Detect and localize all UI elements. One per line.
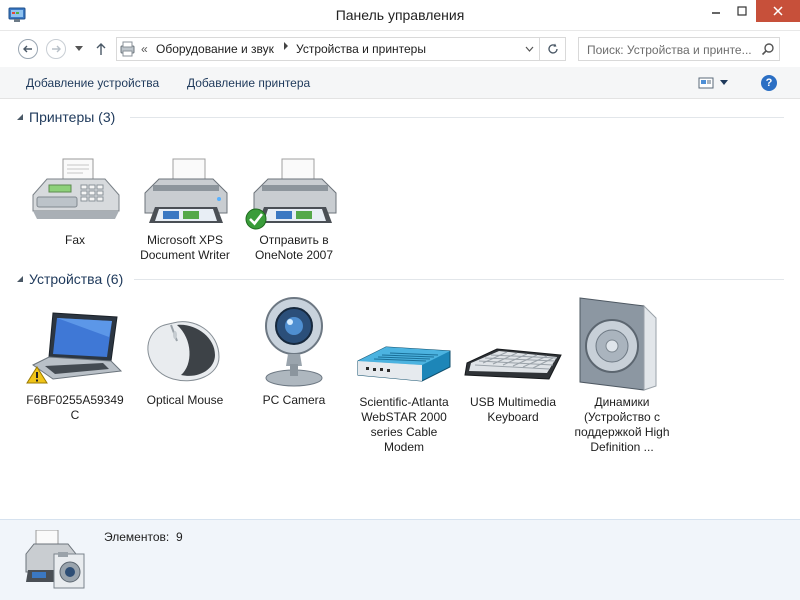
chevron-down-icon xyxy=(525,46,533,52)
checkmark-badge-icon xyxy=(245,208,267,230)
details-pane: Элементов: 9 xyxy=(0,519,800,600)
device-label: PC Camera xyxy=(262,393,326,407)
breadcrumb-separator-icon[interactable] xyxy=(283,42,289,53)
recent-locations-button[interactable] xyxy=(72,42,86,56)
group-header-devices[interactable]: Устройства (6) xyxy=(16,270,784,290)
add-printer-button[interactable]: Добавление принтера xyxy=(187,76,310,90)
minimize-icon xyxy=(712,12,720,14)
group-divider xyxy=(130,117,784,118)
group-title-printers: Принтеры (3) xyxy=(29,109,116,125)
breadcrumb-overflow[interactable]: « xyxy=(141,42,148,56)
device-label: Динамики (Устройство с поддержкой High D… xyxy=(574,395,670,454)
search-icon[interactable] xyxy=(761,42,775,56)
webcam-icon xyxy=(242,296,346,390)
up-arrow-icon xyxy=(96,43,106,55)
printer-icon xyxy=(133,155,237,231)
fax-icon xyxy=(23,155,127,231)
search-placeholder: Поиск: Устройства и принте... xyxy=(587,43,752,57)
minimize-button[interactable] xyxy=(702,0,730,22)
navigation-bar: « Оборудование и звук Устройства и принт… xyxy=(0,31,800,67)
keyboard-icon xyxy=(461,323,565,393)
mouse-icon xyxy=(133,309,237,385)
device-label: Отправить в OneNote 2007 xyxy=(254,233,334,262)
forward-arrow-icon xyxy=(52,45,61,53)
collapse-triangle-icon xyxy=(17,276,23,282)
change-view-button[interactable] xyxy=(698,75,734,91)
add-device-button[interactable]: Добавление устройства xyxy=(26,76,159,90)
up-button[interactable] xyxy=(94,42,108,56)
window-title: Панель управления xyxy=(335,7,465,23)
modem-icon xyxy=(352,323,456,393)
status-items-count: 9 xyxy=(176,530,183,544)
back-button[interactable] xyxy=(18,39,38,59)
breadcrumb-devices-printers[interactable]: Устройства и принтеры xyxy=(296,42,426,56)
device-label: F6BF0255A59349 C xyxy=(26,393,124,422)
back-arrow-icon xyxy=(23,45,32,53)
view-options-icon xyxy=(698,77,714,89)
help-icon: ? xyxy=(765,77,773,89)
devices-printers-icon xyxy=(24,529,90,592)
speaker-icon xyxy=(570,296,674,392)
maximize-icon xyxy=(737,6,747,16)
address-dropdown-button[interactable] xyxy=(523,43,535,55)
chevron-down-icon xyxy=(75,46,83,51)
device-label: Fax xyxy=(64,233,85,247)
laptop-icon xyxy=(23,309,127,385)
search-input[interactable]: Поиск: Устройства и принте... xyxy=(578,37,780,61)
address-bar[interactable]: « Оборудование и звук Устройства и принт… xyxy=(116,37,540,61)
group-divider xyxy=(134,279,784,280)
collapse-triangle-icon xyxy=(17,114,23,120)
breadcrumb-hardware-sound[interactable]: Оборудование и звук xyxy=(156,42,274,56)
chevron-down-icon xyxy=(720,80,728,85)
group-header-printers[interactable]: Принтеры (3) xyxy=(16,108,784,128)
device-label: Microsoft XPS Document Writer xyxy=(140,233,230,262)
device-label: Scientific-Atlanta WebSTAR 2000 series C… xyxy=(359,395,449,454)
default-printer-icon xyxy=(242,155,346,231)
close-icon xyxy=(773,6,783,16)
refresh-button[interactable] xyxy=(540,37,566,61)
device-label: Optical Mouse xyxy=(146,393,224,407)
refresh-icon xyxy=(547,43,558,54)
devices-printers-icon xyxy=(119,41,137,57)
forward-button[interactable] xyxy=(46,39,66,59)
command-bar: Добавление устройства Добавление принтер… xyxy=(0,67,800,99)
maximize-button[interactable] xyxy=(728,0,756,22)
help-button[interactable]: ? xyxy=(761,75,777,91)
title-bar: Панель управления xyxy=(0,0,800,31)
device-label: USB Multimedia Keyboard xyxy=(469,395,557,424)
status-items-label: Элементов: xyxy=(104,530,170,544)
close-button[interactable] xyxy=(756,0,800,22)
group-title-devices: Устройства (6) xyxy=(29,271,124,287)
